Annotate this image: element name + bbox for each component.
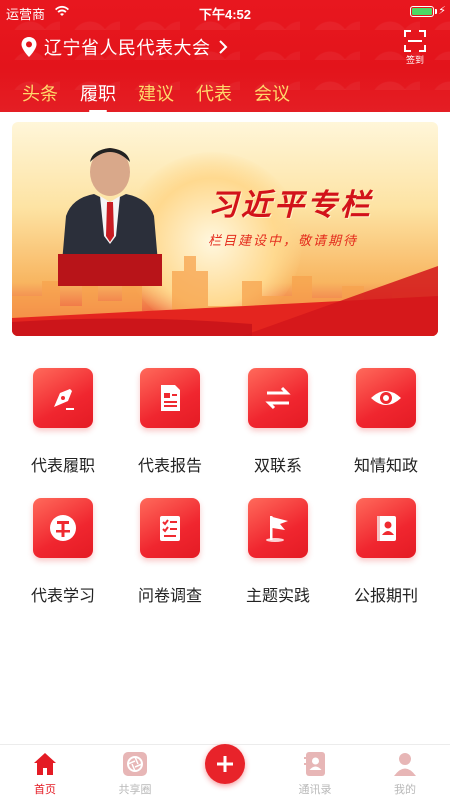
tabbar-item-home[interactable]: 首页	[10, 751, 80, 797]
grid-item-informed-governance[interactable]: 知情知政	[330, 368, 442, 476]
banner-title: 习近平专栏	[208, 189, 373, 222]
tab-meetings[interactable]: 会议	[254, 80, 290, 112]
app-header: 运营商 下午4:52 ⚡ 辽宁省人民代表大会 签到 头条 履职 建议 代表 会议	[0, 0, 450, 112]
grid-label: 代表学习	[30, 588, 95, 605]
grid-item-gazette-journal[interactable]: 公报期刊	[330, 498, 442, 606]
grid-label: 代表履职	[30, 458, 95, 475]
tabbar-label: 首页	[34, 784, 56, 796]
battery-icon	[410, 6, 434, 17]
document-icon	[140, 368, 200, 428]
tabbar-label: 通讯录	[298, 784, 332, 796]
feature-banner[interactable]: 习近平专栏 栏目建设中，敬请期待	[12, 122, 438, 336]
charging-icon: ⚡	[438, 5, 446, 17]
camera-aperture-icon	[123, 752, 147, 776]
tab-headlines[interactable]: 头条	[22, 80, 58, 112]
grid-item-dual-contact[interactable]: 双联系	[222, 368, 334, 476]
tabbar-label: 共享圈	[118, 784, 152, 796]
scan-icon	[404, 30, 426, 52]
grid-label: 公报期刊	[353, 588, 418, 605]
tab-suggestions[interactable]: 建议	[138, 80, 174, 112]
tabbar-item-mine[interactable]: 我的	[370, 751, 440, 797]
tabbar-item-contacts[interactable]: 通讯录	[280, 751, 350, 797]
pen-icon	[33, 368, 93, 428]
grid-label: 问卷调查	[137, 588, 202, 605]
grid-label: 代表报告	[137, 458, 202, 475]
grid-item-questionnaire[interactable]: 问卷调查	[114, 498, 226, 606]
chevron-right-icon	[218, 40, 227, 54]
location-selector[interactable]: 辽宁省人民代表大会	[20, 34, 229, 60]
top-tabs: 头条 履职 建议 代表 会议	[22, 80, 312, 112]
add-button[interactable]	[205, 744, 245, 784]
grid-label: 主题实践	[245, 588, 310, 605]
user-icon	[394, 753, 416, 776]
battery-tip	[435, 9, 437, 14]
eye-icon	[356, 368, 416, 428]
exchange-arrows-icon	[248, 368, 308, 428]
flag-icon	[248, 498, 308, 558]
grid-label: 双联系	[253, 458, 302, 475]
study-icon	[33, 498, 93, 558]
home-icon	[34, 753, 56, 775]
signin-label: 签到	[405, 55, 424, 65]
address-book-icon	[304, 752, 325, 776]
tab-duties[interactable]: 履职	[80, 80, 116, 112]
portrait-illustration	[58, 148, 162, 286]
grid-item-deputy-study[interactable]: 代表学习	[7, 498, 119, 606]
journal-icon	[356, 498, 416, 558]
tab-deputies[interactable]: 代表	[196, 80, 232, 112]
location-name: 辽宁省人民代表大会	[44, 38, 211, 58]
checklist-icon	[140, 498, 200, 558]
grid-item-theme-practice[interactable]: 主题实践	[222, 498, 334, 606]
tabbar-label: 我的	[394, 784, 416, 796]
grid-item-deputy-duties[interactable]: 代表履职	[7, 368, 119, 476]
clock: 下午4:52	[198, 7, 252, 22]
tabbar-item-share-circle[interactable]: 共享圈	[100, 751, 170, 797]
location-pin-icon	[21, 37, 37, 57]
signin-button[interactable]: 签到	[400, 30, 430, 65]
grid-item-deputy-reports[interactable]: 代表报告	[114, 368, 226, 476]
status-bar: 运营商 下午4:52 ⚡	[0, 0, 450, 22]
banner-subtitle: 栏目建设中，敬请期待	[208, 233, 359, 248]
plus-icon	[217, 756, 233, 772]
grid-label: 知情知政	[353, 458, 418, 475]
